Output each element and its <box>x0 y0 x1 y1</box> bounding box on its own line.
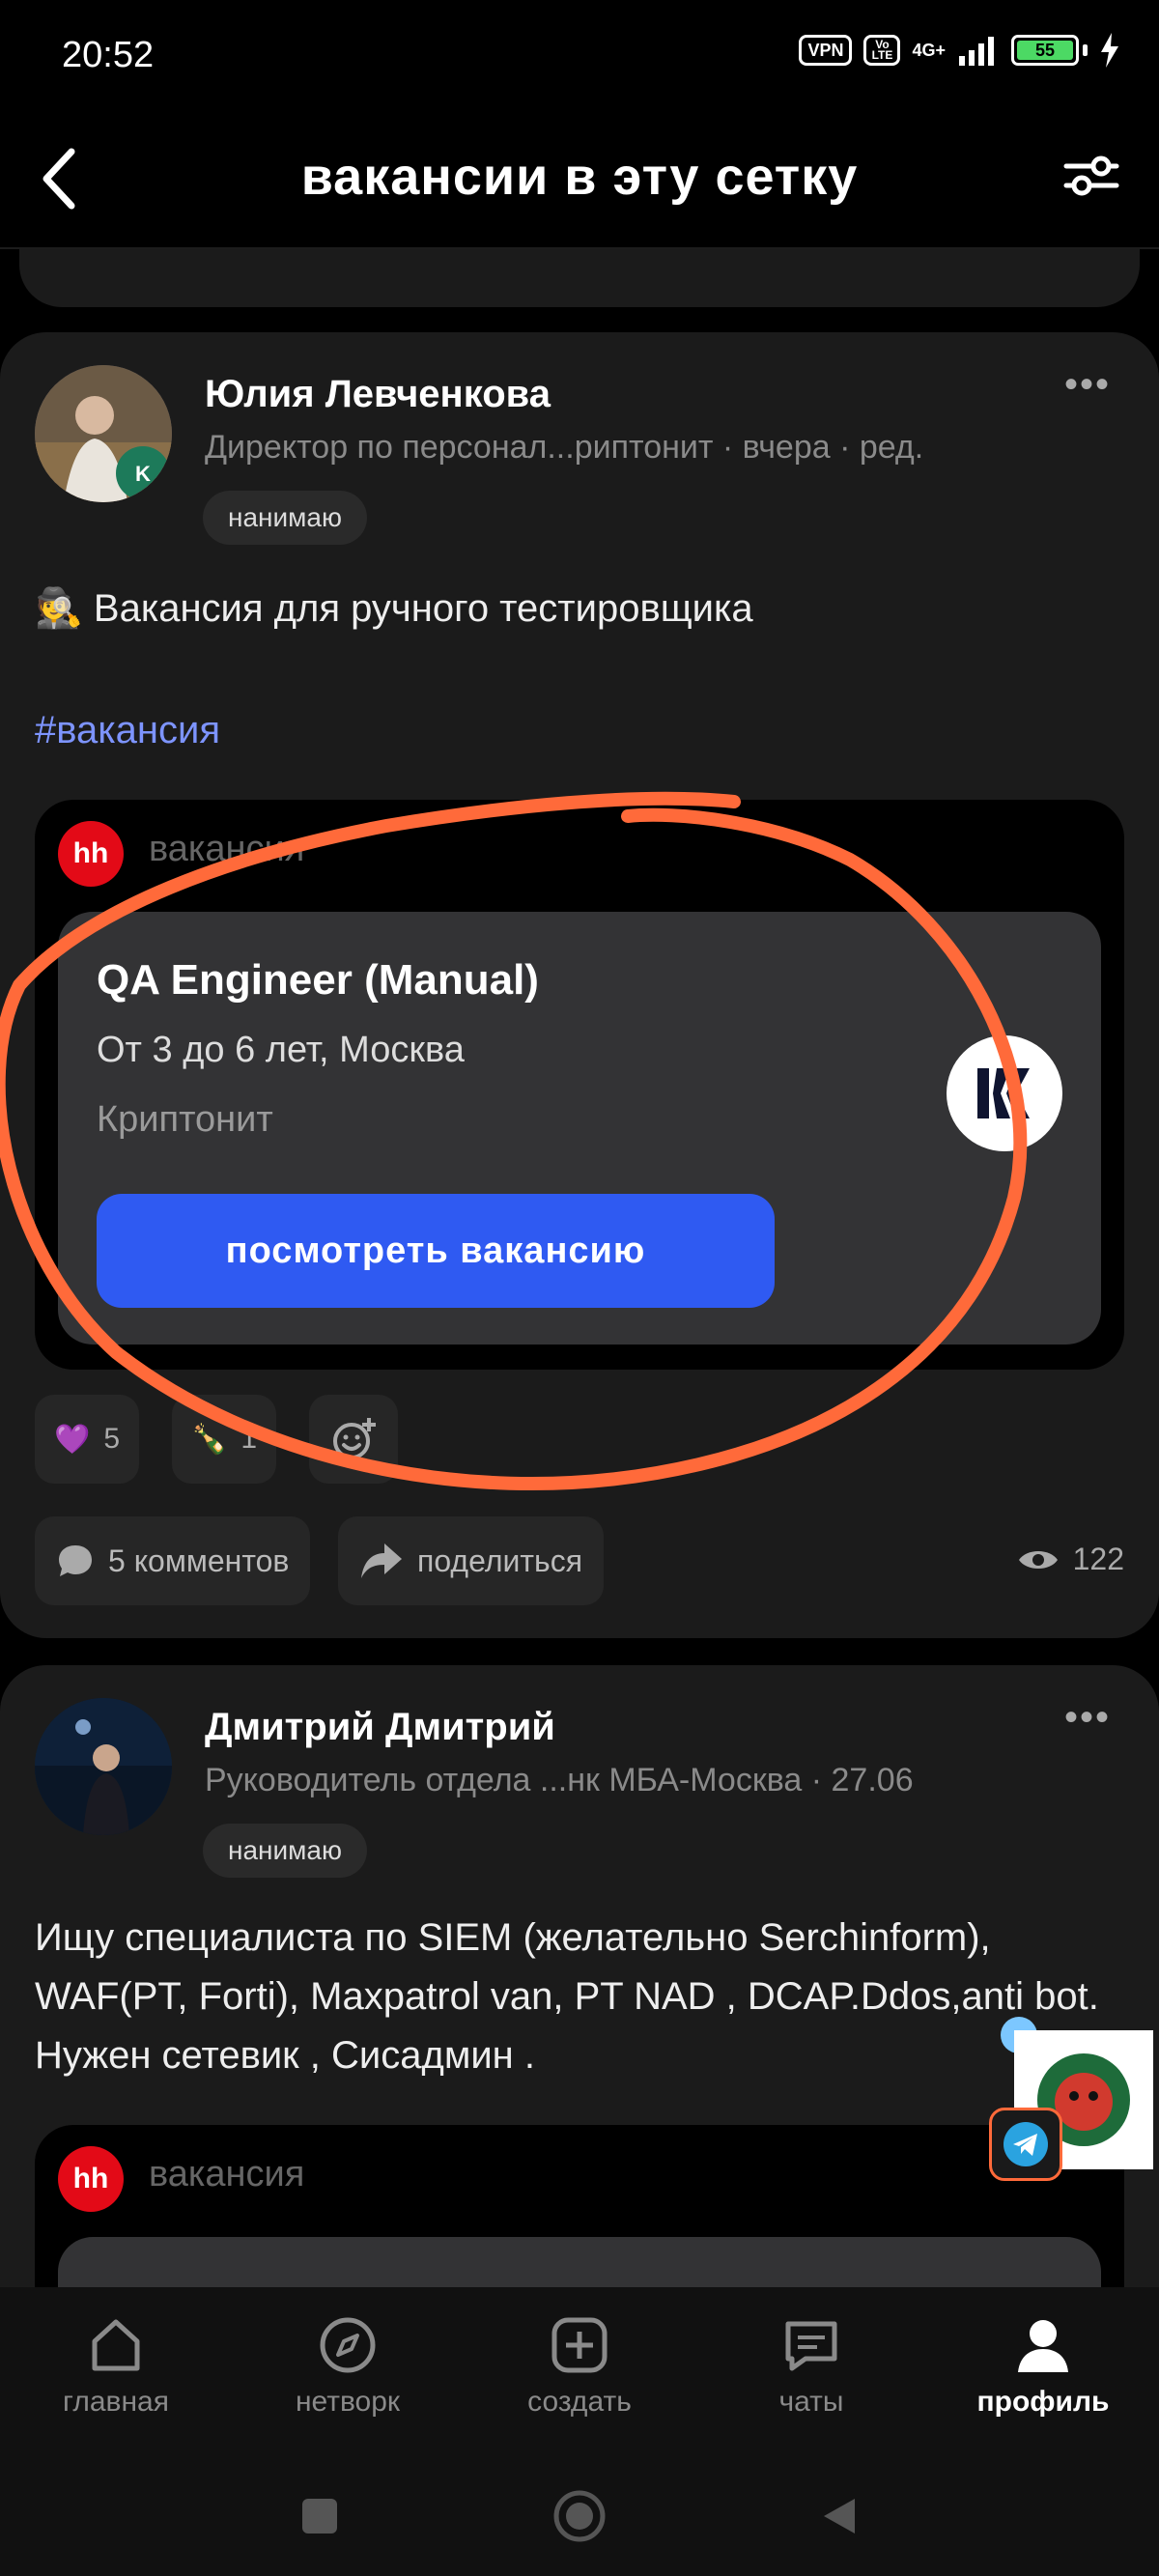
status-icons: VPN Vo LTE 4G+ 55 <box>799 33 1120 68</box>
home-icon <box>92 2319 140 2371</box>
author-subtitle: Директор по персонал...риптонит · вчера … <box>205 429 924 466</box>
back-nav-button[interactable] <box>818 2495 861 2542</box>
post-text-line: Ищу специалиста по SIEM (желательно Serc… <box>35 1916 991 1959</box>
nav-create[interactable]: создать <box>464 2287 695 2461</box>
author-name[interactable]: Юлия Левченкова <box>205 373 551 416</box>
eye-icon <box>1018 1550 1058 1569</box>
comment-icon <box>59 1545 92 1576</box>
attachment-label: вакансия <box>149 2154 305 2194</box>
author-subtitle: Руководитель отдела ...нк МБА-Москва · 2… <box>205 1762 914 1798</box>
hiring-badge: нанимаю <box>203 491 367 545</box>
avatar-photo <box>35 1698 172 1835</box>
home-button[interactable] <box>551 2487 608 2550</box>
nav-profile[interactable]: профиль <box>927 2287 1159 2461</box>
reaction-champagne[interactable]: 🍾 1 <box>172 1395 277 1484</box>
vacancy-card[interactable] <box>58 2237 1101 2287</box>
vacancy-title: QA Engineer (Manual) <box>97 956 539 1004</box>
nav-home[interactable]: главная <box>0 2287 232 2461</box>
hh-logo-icon: hh <box>58 2146 124 2212</box>
vacancy-attachment: hh вакансия QA Engineer (Manual) От 3 до… <box>35 800 1124 1370</box>
vacancy-attachment: hh вакансия <box>35 2125 1124 2287</box>
author-name[interactable]: Дмитрий Дмитрий <box>205 1706 555 1749</box>
filter-button[interactable] <box>1062 147 1120 205</box>
circle-icon <box>553 2490 606 2542</box>
hh-logo-icon: hh <box>58 821 124 887</box>
vacancy-card[interactable]: QA Engineer (Manual) От 3 до 6 лет, Моск… <box>58 912 1101 1345</box>
plus-square-icon <box>551 2317 608 2373</box>
top-bar: вакансии в эту сетку <box>0 106 1159 249</box>
post-card: Дмитрий Дмитрий Руководитель отдела ...н… <box>0 1665 1159 2287</box>
more-options-icon[interactable]: ••• <box>1064 1696 1111 1740</box>
vacancy-details: От 3 до 6 лет, Москва <box>97 1030 465 1070</box>
sliders-icon <box>1063 156 1119 196</box>
chat-icon <box>785 2321 837 2371</box>
status-time: 20:52 <box>62 35 155 75</box>
telegram-button[interactable] <box>989 2108 1062 2181</box>
triangle-back-icon <box>824 2499 856 2534</box>
nav-network[interactable]: нетворк <box>232 2287 464 2461</box>
post-card: K Юлия Левченкова Директор по персонал..… <box>0 332 1159 1638</box>
nav-label: создать <box>527 2386 632 2418</box>
post-text: Ищу специалиста по SIEM (желательно Serc… <box>35 1909 1136 2085</box>
status-bar: 20:52 VPN Vo LTE 4G+ 55 <box>0 0 1159 106</box>
network-indicator: 4G+ <box>912 40 946 60</box>
bottom-nav: главная нетворк создать чаты профиль <box>0 2287 1159 2461</box>
share-icon <box>361 1543 402 1578</box>
nav-label: нетворк <box>295 2386 401 2418</box>
nav-chats[interactable]: чаты <box>695 2287 927 2461</box>
avatar[interactable] <box>35 1698 172 1835</box>
avatar[interactable]: K <box>35 365 172 502</box>
charging-icon <box>1101 33 1118 68</box>
compass-icon <box>320 2317 376 2373</box>
share-label: поделиться <box>417 1543 583 1578</box>
views-count: 122 <box>1072 1542 1124 1576</box>
attachment-label: вакансия <box>149 829 305 869</box>
heart-icon: 💜 <box>54 1423 91 1456</box>
signal-icon <box>959 37 994 66</box>
comments-button[interactable]: 5 комментов <box>35 1516 311 1605</box>
nav-label: профиль <box>976 2386 1110 2418</box>
nav-label: главная <box>63 2386 169 2418</box>
reaction-count: 5 <box>103 1423 121 1455</box>
reaction-count: 1 <box>240 1423 258 1455</box>
feed[interactable]: K Юлия Левченкова Директор по персонал..… <box>0 249 1159 2287</box>
battery-level: 55 <box>1017 41 1073 60</box>
add-emoji-icon <box>333 1418 376 1459</box>
add-reaction-button[interactable] <box>309 1395 398 1484</box>
post-text-line: WAF(PT, Forti), Maxpatrol van, PT NAD , … <box>35 1975 1099 2018</box>
comments-label: 5 комментов <box>108 1543 290 1578</box>
volte-indicator: Vo LTE <box>863 35 901 66</box>
share-button[interactable]: поделиться <box>338 1516 605 1605</box>
hashtag-link[interactable]: #вакансия <box>35 709 220 752</box>
square-icon <box>301 2499 337 2534</box>
svg-text:K: K <box>135 462 151 486</box>
hiring-badge: нанимаю <box>203 1824 367 1878</box>
recents-button[interactable] <box>298 2495 341 2542</box>
profile-icon <box>1018 2320 1068 2372</box>
telegram-icon <box>1004 2122 1048 2166</box>
avatar-photo: K <box>35 365 172 502</box>
champagne-icon: 🍾 <box>191 1423 228 1456</box>
company-logo-icon <box>947 1035 1062 1151</box>
post-text: 🕵️ Вакансия для ручного тестировщика <box>35 587 753 630</box>
vacancy-company: Криптонит <box>97 1099 273 1140</box>
view-vacancy-button[interactable]: посмотреть вакансию <box>97 1194 775 1308</box>
vpn-indicator: VPN <box>799 35 853 66</box>
battery-icon: 55 <box>1011 35 1088 66</box>
previous-post-card <box>19 249 1140 307</box>
system-nav <box>0 2461 1159 2576</box>
views-counter: 122 <box>1017 1542 1124 1577</box>
reaction-heart[interactable]: 💜 5 <box>35 1395 140 1484</box>
page-title: вакансии в эту сетку <box>300 148 859 206</box>
nav-label: чаты <box>778 2386 844 2418</box>
post-text-line: Нужен сетевик , Сисадмин . <box>35 2034 535 2077</box>
more-options-icon[interactable]: ••• <box>1064 363 1111 407</box>
